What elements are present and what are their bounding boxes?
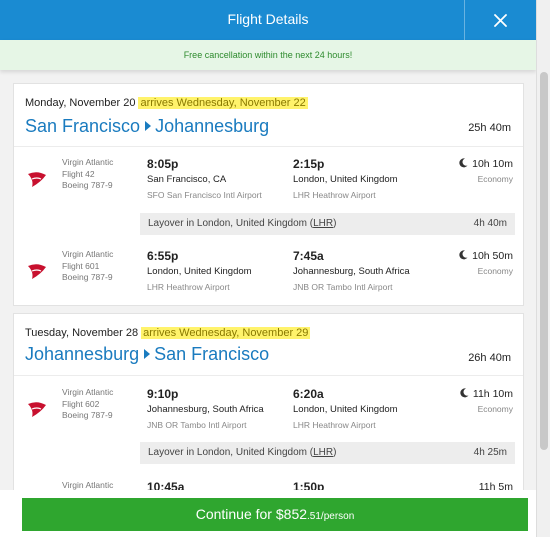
footer-bar: Continue for $852.51/person — [0, 490, 536, 537]
layover-paren: ) — [333, 218, 337, 229]
departure-time: 6:55p — [147, 249, 179, 263]
cabin-class: Economy — [477, 174, 513, 184]
trip-total-duration: 25h 40m — [468, 122, 511, 134]
scrollbar-thumb[interactable] — [540, 72, 548, 450]
layover-text: Layover in London, United Kingdom (LHR) — [148, 442, 336, 464]
virgin-atlantic-logo-icon — [28, 172, 46, 187]
aircraft-type: Boeing 787-9 — [62, 410, 113, 420]
flight-segment: Virgin Atlantic Flight 42 Boeing 787-9 8… — [14, 157, 525, 217]
arrival-date-badge: arrives Wednesday, November 29 — [141, 327, 311, 339]
trip-total-duration: 26h 40m — [468, 352, 511, 364]
route-origin: Johannesburg — [25, 344, 140, 364]
arrival-info: 6:20a London, United Kingdom LHR Heathro… — [293, 387, 398, 430]
flight-number: Flight 601 — [62, 260, 100, 271]
divider — [14, 146, 523, 147]
departure-airport: JNB OR Tambo Intl Airport — [147, 420, 247, 430]
modal-header: Flight Details — [0, 0, 536, 40]
departure-info: 6:55p London, United Kingdom LHR Heathro… — [147, 249, 252, 292]
airline-info: Virgin Atlantic Flight 42 Boeing 787-9 — [62, 157, 113, 192]
segment-duration: 10h 10m Economy — [459, 157, 513, 184]
trip-date: Tuesday, November 28 arrives Wednesday, N… — [25, 327, 311, 339]
divider — [14, 375, 523, 376]
airline-info: Virgin Atlantic Flight 601 Boeing 787-9 — [62, 249, 113, 284]
airline-info: Virgin Atlantic Flight 602 Boeing 787-9 — [62, 387, 113, 422]
arrival-time: 2:15p — [293, 157, 325, 171]
arrival-airport: LHR Heathrow Airport — [293, 420, 376, 430]
price: $852 — [275, 506, 308, 522]
scrollbar[interactable] — [536, 0, 550, 537]
layover-bar: Layover in London, United Kingdom (LHR) … — [140, 213, 515, 235]
airline-name: Virgin Atlantic — [62, 387, 114, 397]
layover-duration: 4h 40m — [473, 218, 507, 229]
layover-text: Layover in London, United Kingdom (LHR) — [148, 213, 336, 235]
route-origin: San Francisco — [25, 116, 141, 136]
return-trip-card: Tuesday, November 28 arrives Wednesday, N… — [13, 313, 524, 513]
virgin-atlantic-logo-icon — [28, 402, 46, 417]
moon-icon — [460, 388, 469, 398]
arrival-airport: LHR Heathrow Airport — [293, 190, 376, 200]
segment-duration: 10h 50m Economy — [459, 249, 513, 276]
modal-title: Flight Details — [227, 11, 309, 27]
cabin-class: Economy — [477, 266, 513, 276]
departure-city: Johannesburg, South Africa — [147, 404, 264, 415]
arrival-city: London, United Kingdom — [293, 174, 398, 185]
flight-number: Flight 602 — [62, 398, 100, 409]
layover-label: Layover in London, United Kingdom ( — [148, 447, 314, 458]
trip-route: Johannesburg San Francisco — [25, 344, 269, 365]
flight-segment: Virgin Atlantic Flight 602 Boeing 787-9 … — [14, 387, 523, 447]
arrival-info: 2:15p London, United Kingdom LHR Heathro… — [293, 157, 398, 200]
arrival-time: 6:20a — [293, 387, 324, 401]
arrival-info: 7:45a Johannesburg, South Africa JNB OR … — [293, 249, 410, 292]
departure-city: London, United Kingdom — [147, 266, 252, 277]
virgin-atlantic-logo-icon — [28, 264, 46, 279]
arrival-city: Johannesburg, South Africa — [293, 266, 410, 277]
trip-route: San Francisco Johannesburg — [25, 116, 269, 137]
trip-date: Monday, November 20 arrives Wednesday, No… — [25, 97, 308, 109]
aircraft-type: Boeing 787-9 — [62, 272, 113, 282]
route-arrow-icon — [145, 121, 152, 132]
cancellation-notice: Free cancellation within the next 24 hou… — [0, 40, 536, 70]
route-destination: San Francisco — [154, 344, 270, 364]
departure-date: Monday, November 20 — [25, 97, 136, 109]
arrival-city: London, United Kingdom — [293, 404, 398, 415]
layover-paren: ) — [333, 447, 337, 458]
cabin-class: Economy — [477, 404, 513, 414]
departure-time: 9:10p — [147, 387, 179, 401]
departure-date: Tuesday, November 28 — [25, 327, 139, 339]
departure-info: 8:05p San Francisco, CA SFO San Francisc… — [147, 157, 262, 200]
flight-duration: 11h 10m — [472, 388, 513, 400]
layover-bar: Layover in London, United Kingdom (LHR) … — [140, 442, 515, 464]
price-cents: .51/person — [307, 511, 355, 522]
close-icon — [494, 13, 507, 27]
departure-time: 8:05p — [147, 157, 179, 171]
layover-airport-code[interactable]: LHR — [313, 447, 333, 458]
flight-duration: 10h 10m — [472, 158, 513, 170]
departure-info: 9:10p Johannesburg, South Africa JNB OR … — [147, 387, 264, 430]
continue-label: Continue for — [195, 506, 276, 522]
close-button[interactable] — [464, 0, 536, 40]
airline-name: Virgin Atlantic — [62, 157, 114, 167]
arrival-time: 7:45a — [293, 249, 324, 263]
departure-airport: LHR Heathrow Airport — [147, 282, 230, 292]
layover-airport-code[interactable]: LHR — [313, 218, 333, 229]
segment-duration: 11h 10m Economy — [460, 387, 513, 414]
route-arrow-icon — [144, 349, 151, 360]
layover-label: Layover in London, United Kingdom ( — [148, 218, 314, 229]
layover-duration: 4h 25m — [473, 447, 507, 458]
aircraft-type: Boeing 787-9 — [62, 180, 113, 190]
moon-icon — [459, 250, 468, 260]
departure-city: San Francisco, CA — [147, 174, 227, 185]
moon-icon — [459, 158, 468, 168]
outbound-trip-card: Monday, November 20 arrives Wednesday, No… — [13, 83, 524, 306]
flight-duration: 10h 50m — [472, 250, 513, 262]
route-destination: Johannesburg — [155, 116, 270, 136]
arrival-date-badge: arrives Wednesday, November 22 — [138, 97, 308, 109]
flight-number: Flight 42 — [62, 168, 95, 179]
arrival-airport: JNB OR Tambo Intl Airport — [293, 282, 393, 292]
airline-name: Virgin Atlantic — [62, 249, 114, 259]
continue-button[interactable]: Continue for $852.51/person — [22, 498, 528, 531]
flight-segment: Virgin Atlantic Flight 601 Boeing 787-9 … — [14, 249, 525, 309]
departure-airport: SFO San Francisco Intl Airport — [147, 190, 262, 200]
